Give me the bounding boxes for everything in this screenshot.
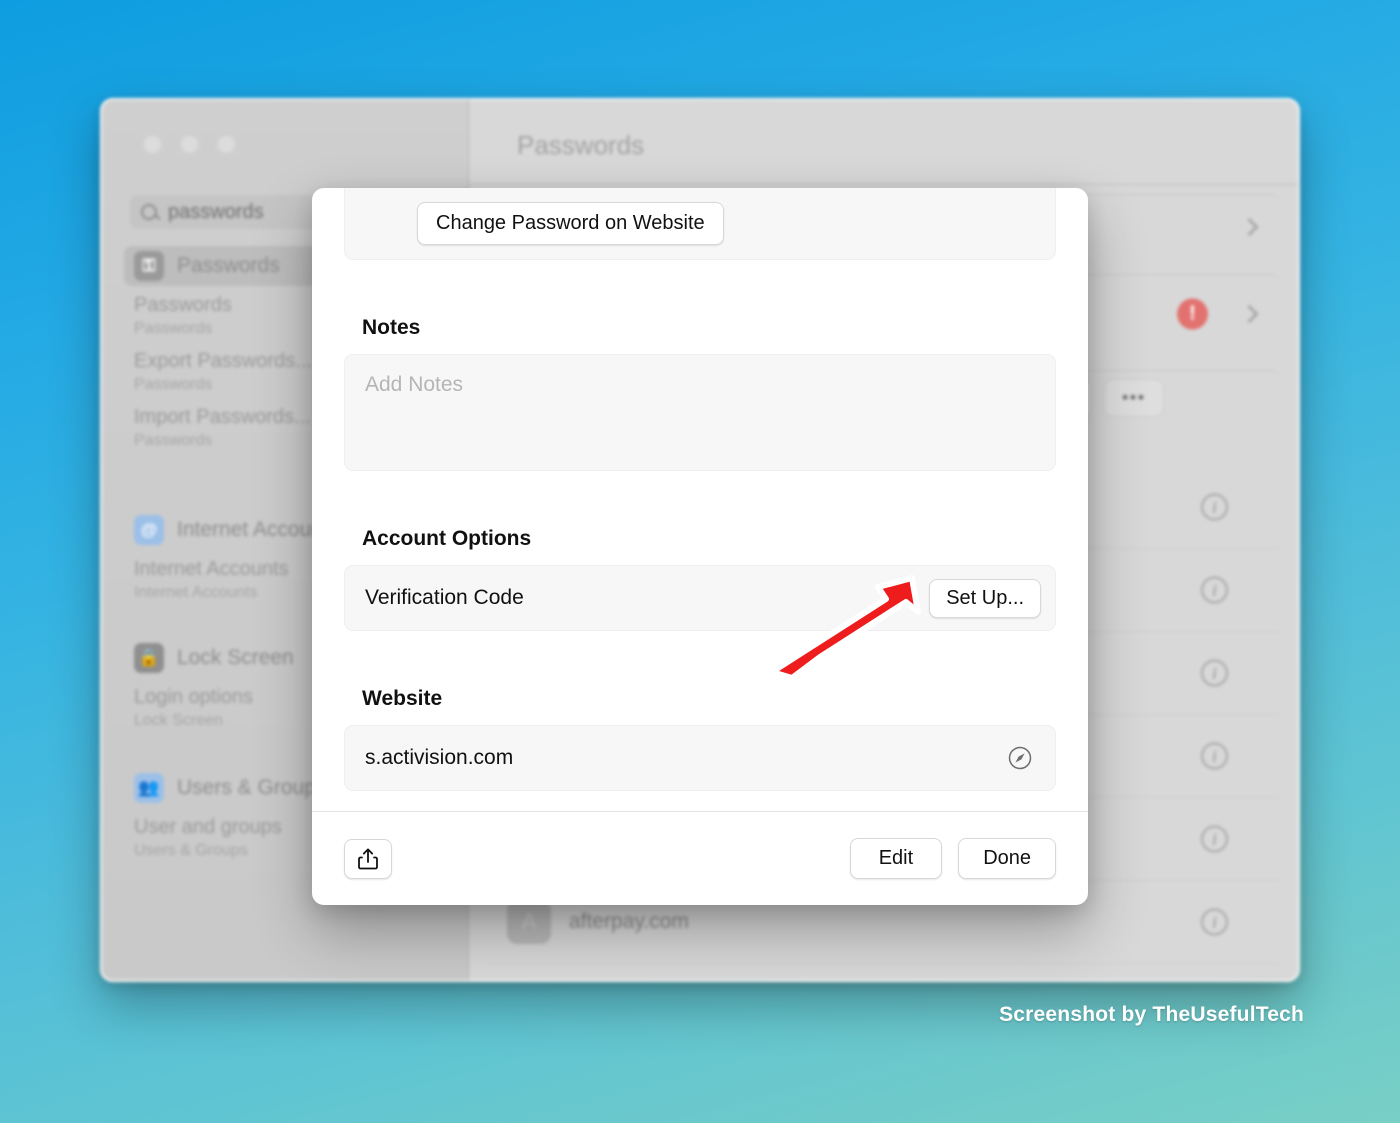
website-value: s.activision.com xyxy=(365,746,514,769)
notes-placeholder: Add Notes xyxy=(365,373,464,396)
search-input-value: passwords xyxy=(168,200,264,223)
verification-code-row: Verification Code Set Up... xyxy=(344,565,1056,631)
website-field[interactable]: s.activision.com xyxy=(344,725,1056,791)
lock-icon: 🔒 xyxy=(134,643,164,673)
at-sign-icon: @ xyxy=(134,515,164,545)
change-password-card: Change Password on Website xyxy=(344,188,1056,260)
page-title: Passwords xyxy=(517,130,645,160)
zoom-button[interactable] xyxy=(218,136,235,153)
info-icon[interactable]: i xyxy=(1201,825,1228,853)
info-icon[interactable]: i xyxy=(1201,908,1228,936)
info-icon[interactable]: i xyxy=(1201,742,1228,770)
chevron-right-icon xyxy=(1240,304,1259,323)
sidebar-group-label: Users & Groups xyxy=(177,776,327,799)
website-section-label: Website xyxy=(362,687,443,710)
chevron-right-icon xyxy=(1240,217,1259,236)
sheet-footer: Edit Done xyxy=(312,811,1088,905)
more-options-button[interactable]: ••• xyxy=(1104,379,1164,417)
account-options-section-label: Account Options xyxy=(362,527,532,550)
info-icon[interactable]: i xyxy=(1201,493,1228,521)
notes-input[interactable]: Add Notes xyxy=(344,354,1056,471)
watermark-text: Screenshot by TheUsefulTech xyxy=(999,1003,1304,1026)
status-badge: ! xyxy=(1177,298,1208,329)
sidebar-group-label: Passwords xyxy=(177,254,280,277)
set-up-button[interactable]: Set Up... xyxy=(929,578,1041,618)
password-detail-sheet: Change Password on Website Notes Add Not… xyxy=(312,188,1088,905)
minimize-button[interactable] xyxy=(181,136,198,153)
desktop-wallpaper: passwords ⚿ Passwords Passwords Password… xyxy=(0,0,1400,1123)
info-icon[interactable]: i xyxy=(1201,659,1228,687)
sidebar-group-label: Lock Screen xyxy=(177,646,294,669)
done-button[interactable]: Done xyxy=(958,838,1056,879)
search-icon xyxy=(141,204,157,220)
verification-code-label: Verification Code xyxy=(365,586,524,609)
avatar: A xyxy=(507,900,551,944)
key-icon: ⚿ xyxy=(134,251,164,281)
share-button[interactable] xyxy=(344,838,392,879)
safari-compass-icon[interactable] xyxy=(1007,745,1033,771)
info-icon[interactable]: i xyxy=(1201,576,1228,604)
edit-button[interactable]: Edit xyxy=(849,838,943,879)
users-icon: 👥 xyxy=(134,773,164,803)
sheet-body: Change Password on Website Notes Add Not… xyxy=(312,188,1088,811)
divider xyxy=(469,184,1300,185)
share-icon xyxy=(357,847,379,871)
footer-actions: Edit Done xyxy=(849,838,1056,879)
window-traffic-lights[interactable] xyxy=(144,136,235,153)
notes-section-label: Notes xyxy=(362,316,421,339)
close-button[interactable] xyxy=(144,136,161,153)
entry-label: afterpay.com xyxy=(569,910,689,933)
change-password-on-website-button[interactable]: Change Password on Website xyxy=(417,202,724,245)
